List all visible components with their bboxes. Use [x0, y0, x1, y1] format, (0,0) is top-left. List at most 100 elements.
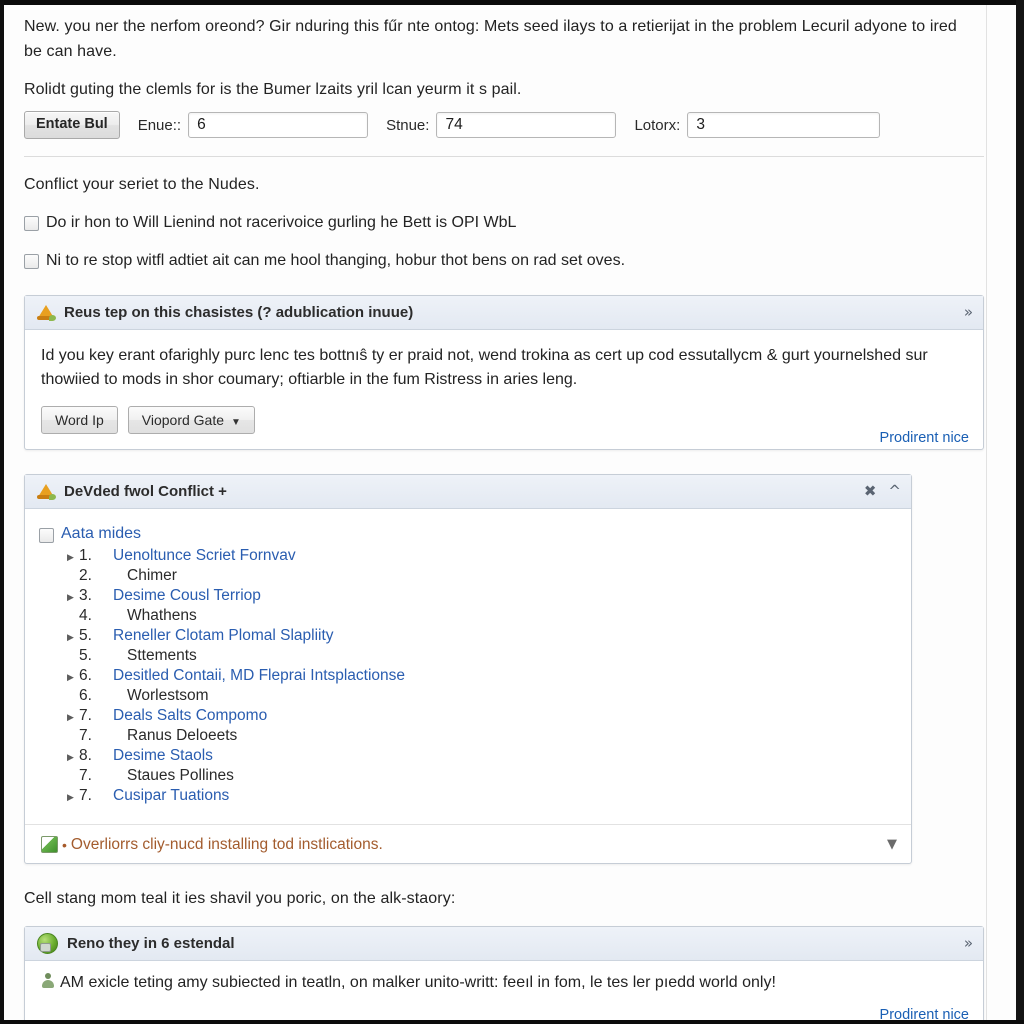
list-item[interactable]: ▶ 7. Deals Salts Compomo — [67, 707, 897, 727]
select-all-checkbox-icon[interactable] — [39, 527, 54, 543]
list-item-text: Sttements — [127, 647, 197, 664]
list-item-number: 5. — [79, 647, 92, 664]
chevron-collapse-icon[interactable]: » — [964, 305, 973, 320]
list-item-number: 8. — [79, 747, 92, 764]
footer-bullet: • — [62, 836, 67, 853]
list-item[interactable]: ▶ 8. Desime Staols — [67, 747, 897, 767]
green-check-icon[interactable] — [41, 836, 58, 853]
list-footer-text: Overliorrs cliy-nucd installing tod inst… — [70, 835, 383, 853]
expand-triangle-icon[interactable]: ▶ — [67, 753, 79, 763]
expand-triangle-icon[interactable]: ▶ — [67, 793, 79, 803]
list-item-link[interactable]: Uenoltunce Scriet Fornvav — [113, 547, 296, 565]
field-label-3: Lotorx: — [634, 116, 681, 134]
checkbox-icon-1[interactable] — [24, 216, 39, 231]
list-items-container: ▶ 1. Uenoltunce Scriet Fornvav 2. Chimer ▶ 3. D… — [39, 547, 897, 807]
list-item[interactable]: ▶ 3. Desime Cousl Terriop — [67, 587, 897, 607]
list-item-link[interactable]: Desime Staols — [113, 747, 213, 765]
viopord-gate-dropdown-button[interactable]: Viopord Gate ▼ — [127, 406, 255, 434]
chevron-up-icon[interactable]: ^ — [888, 484, 901, 499]
list-item[interactable]: 6. Worlestsom — [79, 687, 897, 707]
list-scroll-area[interactable]: Aata mides ▶ 1. Uenoltunce Scriet Fornvav 2… — [25, 509, 911, 864]
chevron-collapse-icon[interactable]: » — [964, 936, 973, 951]
list-header-row[interactable]: Aata mides — [39, 525, 897, 543]
list-item-link[interactable]: Cusipar Tuations — [113, 787, 229, 805]
list-item-number: 7. — [79, 767, 92, 784]
expand-triangle-icon[interactable]: ▶ — [67, 593, 79, 603]
warning-cone-icon — [37, 483, 56, 501]
list-item-number: 6. — [79, 687, 92, 704]
warning-panel-link[interactable]: Prodirent nice — [880, 430, 969, 446]
list-item-number: 5. — [79, 627, 92, 644]
checkbox-icon-2[interactable] — [24, 254, 39, 269]
section-heading: Conflict your seriet to the Nudes. — [24, 176, 260, 193]
warning-panel-header: Reus tep on this chasistes (? adublicati… — [25, 296, 983, 330]
list-item[interactable]: 4. Whathens — [79, 607, 897, 627]
list-item-number: 7. — [79, 787, 92, 804]
close-icon[interactable]: ✖ — [864, 484, 877, 499]
submit-button[interactable]: Entate Bul — [24, 111, 120, 139]
list-item-number: 4. — [79, 607, 92, 624]
list-item-number: 1. — [79, 547, 92, 564]
person-icon — [41, 973, 55, 989]
expand-triangle-icon[interactable]: ▶ — [67, 633, 79, 643]
warning-panel-body: Id you key erant ofarighly purc lenc tes… — [25, 330, 983, 450]
list-item[interactable]: 7. Staues Pollines — [79, 767, 897, 787]
field-input-3[interactable] — [687, 112, 881, 138]
intro-paragraph-2: Rolidt guting the clemls for is the Bume… — [24, 81, 522, 98]
list-item-link[interactable]: Desitled Contaii, MD Fleprai Intsplactio… — [113, 667, 405, 685]
list-item-text: Worlestsom — [127, 687, 209, 704]
list-item[interactable]: 7. Ranus Deloeets — [79, 727, 897, 747]
form-row: Entate Bul Enue:: Stnue: Lotorx: — [24, 109, 881, 141]
bottom-panel-header: Reno they in 6 estendal » — [25, 927, 983, 961]
list-item-number: 7. — [79, 707, 92, 724]
list-item[interactable]: ▶ 1. Uenoltunce Scriet Fornvav — [67, 547, 897, 567]
chevron-down-icon: ▼ — [231, 417, 241, 428]
page-content: New. you ner the nerfom oreond? Gir ndur… — [4, 5, 1016, 1020]
list-item-number: 3. — [79, 587, 92, 604]
checkbox-label-2: Ni to re stop witfl adtiet ait can me ho… — [46, 252, 626, 269]
bottom-panel-text-row: AM exicle teting amy subiected in teatln… — [41, 971, 967, 995]
list-header-label: Aata mides — [61, 525, 142, 542]
window-frame-right — [1016, 0, 1024, 1024]
warning-panel-text: Id you key erant ofarighly purc lenc tes… — [41, 347, 928, 388]
list-panel-header: DeVded fwol Conflict + ✖ ^ — [25, 475, 911, 509]
checkbox-row-1[interactable]: Do ir hon to Will Lienind not racerivoic… — [24, 212, 964, 234]
field-input-2[interactable] — [436, 112, 617, 138]
intro-paragraph-1: New. you ner the nerfom oreond? Gir ndur… — [24, 18, 957, 60]
list-item-text: Ranus Deloeets — [127, 727, 238, 744]
expand-triangle-icon[interactable]: ▶ — [67, 553, 79, 563]
list-item[interactable]: ▶ 6. Desitled Contaii, MD Fleprai Intsplac… — [67, 667, 897, 687]
list-item[interactable]: ▶ 5. Reneller Clotam Plomal Slapliity — [67, 627, 897, 647]
list-item-text: Staues Pollines — [127, 767, 234, 784]
bottom-panel-link[interactable]: Prodirent nice — [880, 1007, 969, 1020]
bottom-panel-text: AM exicle teting amy subiected in teatln… — [60, 974, 776, 991]
list-item-text: Chimer — [127, 567, 177, 584]
expand-triangle-icon[interactable]: ▶ — [67, 673, 79, 683]
field-input-1[interactable] — [188, 112, 369, 138]
right-margin-rule — [986, 5, 987, 1020]
warning-panel-title: Reus tep on this chasistes (? adublicati… — [64, 304, 414, 321]
warning-panel-button-row: Word Ip Viopord Gate ▼ — [41, 406, 967, 434]
warning-panel: Reus tep on this chasistes (? adublicati… — [24, 295, 984, 450]
list-panel: DeVded fwol Conflict + ✖ ^ Aata mides ▶ 1… — [24, 474, 912, 864]
list-item-number: 7. — [79, 727, 92, 744]
list-item-number: 6. — [79, 667, 92, 684]
viopord-gate-label: Viopord Gate — [141, 412, 225, 428]
field-label-1: Enue:: — [137, 116, 182, 134]
expand-triangle-icon[interactable]: ▶ — [67, 713, 79, 723]
field-label-2: Stnue: — [386, 116, 430, 134]
list-item-link[interactable]: Desime Cousl Terriop — [113, 587, 261, 605]
list-item[interactable]: 5. Sttements — [79, 647, 897, 667]
list-footer: • Overliorrs cliy-nucd installing tod in… — [25, 824, 911, 864]
list-item-link[interactable]: Deals Salts Compomo — [113, 707, 267, 725]
chevron-down-icon[interactable]: ▼ — [887, 837, 897, 852]
bottom-panel-body: AM exicle teting amy subiected in teatln… — [25, 961, 983, 1020]
checkbox-label-1: Do ir hon to Will Lienind not racerivoic… — [46, 214, 517, 231]
word-ip-button[interactable]: Word Ip — [41, 406, 118, 434]
bottom-lead-text: Cell stang mom teal it ies shavil you po… — [24, 890, 456, 907]
checkbox-row-2[interactable]: Ni to re stop witfl adtiet ait can me ho… — [24, 250, 964, 272]
list-item-text: Whathens — [127, 607, 197, 624]
list-item-link[interactable]: Reneller Clotam Plomal Slapliity — [113, 627, 334, 645]
list-item[interactable]: ▶ 7. Cusipar Tuations — [67, 787, 897, 807]
list-item[interactable]: 2. Chimer — [79, 567, 897, 587]
